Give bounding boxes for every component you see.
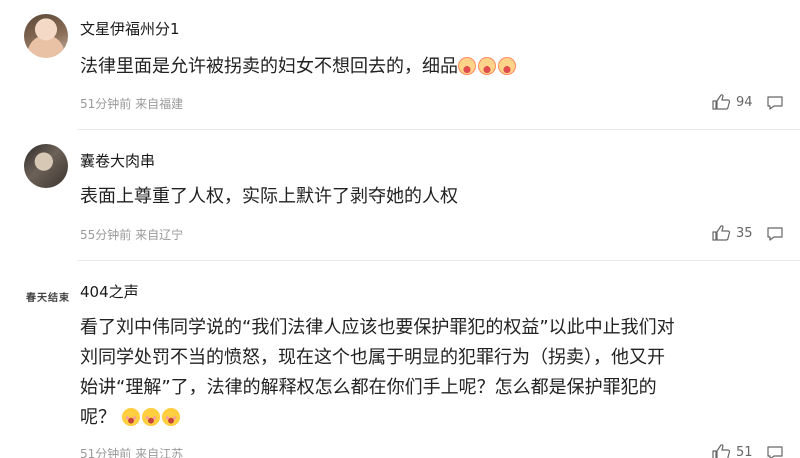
comment-text-line: 始讲“理解”了，法律的解释权怎么都在你们手上呢？怎么都是保护罪犯的 <box>80 377 657 398</box>
comment-bubble-icon <box>767 96 783 110</box>
comment-bubble-icon <box>767 446 783 458</box>
reply-button[interactable] <box>766 445 784 458</box>
comment-item: 春天结束 404之声 看了刘中伟同学说的“我们法律人应该也要保护罪犯的权益”以此… <box>0 261 800 458</box>
emoji-blush-icon <box>141 408 160 426</box>
comment-text-body: 法律里面是允许被拐卖的妇女不想回去的，细品 <box>80 56 458 77</box>
comment-item: 文星伊福州分1 法律里面是允许被拐卖的妇女不想回去的，细品 51分钟前 来自福建… <box>0 0 800 130</box>
emoji-laugh-icon <box>458 57 476 75</box>
thumbs-up-icon <box>712 225 730 241</box>
comment-time: 51分钟前 <box>80 447 132 458</box>
comment-text-line: 看了刘中伟同学说的“我们法律人应该也要保护罪犯的权益”以此中止我们对 <box>80 317 675 338</box>
comment-text: 看了刘中伟同学说的“我们法律人应该也要保护罪犯的权益”以此中止我们对 刘同学处罚… <box>80 313 780 433</box>
comment-text-line-last: 呢？ <box>80 403 780 433</box>
comment-text-line: 刘同学处罚不当的愤怒，现在这个也属于明显的犯罪行为（拐卖），他又开 <box>80 347 665 368</box>
comment-location: 来自江苏 <box>135 447 184 458</box>
thumbs-up-icon <box>712 94 730 110</box>
username[interactable]: 404之声 <box>80 281 139 302</box>
comment-time: 51分钟前 <box>80 97 132 111</box>
username[interactable]: 文星伊福州分1 <box>80 18 180 39</box>
like-count: 35 <box>736 225 753 241</box>
comment-list: 文星伊福州分1 法律里面是允许被拐卖的妇女不想回去的，细品 51分钟前 来自福建… <box>0 0 800 458</box>
thumbs-up-icon <box>712 444 730 458</box>
comment-text: 法律里面是允许被拐卖的妇女不想回去的，细品 <box>80 52 780 82</box>
avatar[interactable] <box>24 144 68 188</box>
like-button[interactable]: 94 <box>712 94 753 110</box>
reply-button[interactable] <box>766 226 784 246</box>
emoji-blush-icon <box>121 408 140 426</box>
like-button[interactable]: 35 <box>712 225 753 241</box>
comment-location: 来自福建 <box>135 97 184 111</box>
comment-location: 来自辽宁 <box>135 228 184 242</box>
like-button[interactable]: 51 <box>712 444 753 458</box>
comment-item: 囊卷大肉串 表面上尊重了人权，实际上默许了剥夺她的人权 55分钟前 来自辽宁 3… <box>0 130 800 261</box>
emoji-laugh-icon <box>498 57 516 75</box>
like-count: 94 <box>736 94 753 110</box>
reply-button[interactable] <box>766 95 784 115</box>
comment-meta: 51分钟前 来自福建 <box>80 95 183 112</box>
comment-meta: 55分钟前 来自辽宁 <box>80 226 183 243</box>
comment-meta: 51分钟前 来自江苏 <box>80 445 183 458</box>
emoji-laugh-icon <box>478 57 496 75</box>
comment-bubble-icon <box>767 227 783 241</box>
comment-text: 表面上尊重了人权，实际上默许了剥夺她的人权 <box>80 186 458 207</box>
username[interactable]: 囊卷大肉串 <box>80 150 155 171</box>
emoji-blush-icon <box>161 408 180 426</box>
comment-text-line: 呢？ <box>80 407 116 428</box>
avatar[interactable] <box>24 14 68 58</box>
comment-time: 55分钟前 <box>80 228 132 242</box>
like-count: 51 <box>736 444 753 458</box>
avatar[interactable]: 春天结束 <box>22 281 74 311</box>
